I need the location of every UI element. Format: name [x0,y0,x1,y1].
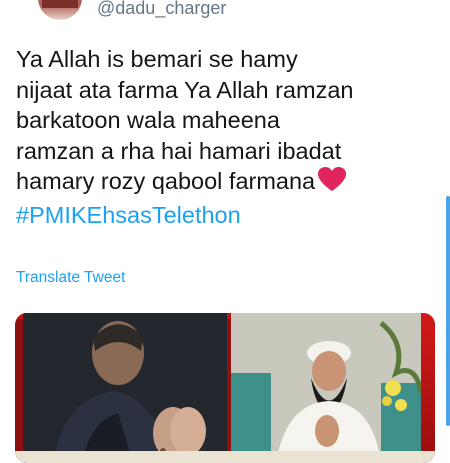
tweet-text: Ya Allah is bemari se hamy nijaat ata fa… [16,44,436,230]
cleric-praying-image [231,313,427,463]
media-red-frame [421,313,435,463]
translate-tweet-link[interactable]: Translate Tweet [16,268,125,288]
heart-icon [317,166,347,200]
tweet-line-4: ramzan a rha hai hamari ibadat [16,137,342,164]
tweet-line-5-wrap: hamary rozy qabool farmana [16,166,436,200]
tweet-line-5: hamary rozy qabool farmana [16,168,316,194]
hashtag-link[interactable]: #PMIKEhsasTelethon [16,200,436,231]
man-praying-image [23,313,227,463]
avatar[interactable] [38,0,82,20]
tweet-media[interactable] [15,313,435,463]
user-handle[interactable]: @dadu_charger [97,0,226,19]
tweet-line-3: barkatoon wala maheena [16,107,280,133]
avatar-band [42,0,78,8]
media-ticker [15,451,435,463]
tweet-line-1: Ya Allah is bemari se hamy [16,46,298,72]
scrollbar[interactable] [446,196,450,426]
tweet-line-2: nijaat ata farma Ya Allah ramzan [16,76,354,103]
